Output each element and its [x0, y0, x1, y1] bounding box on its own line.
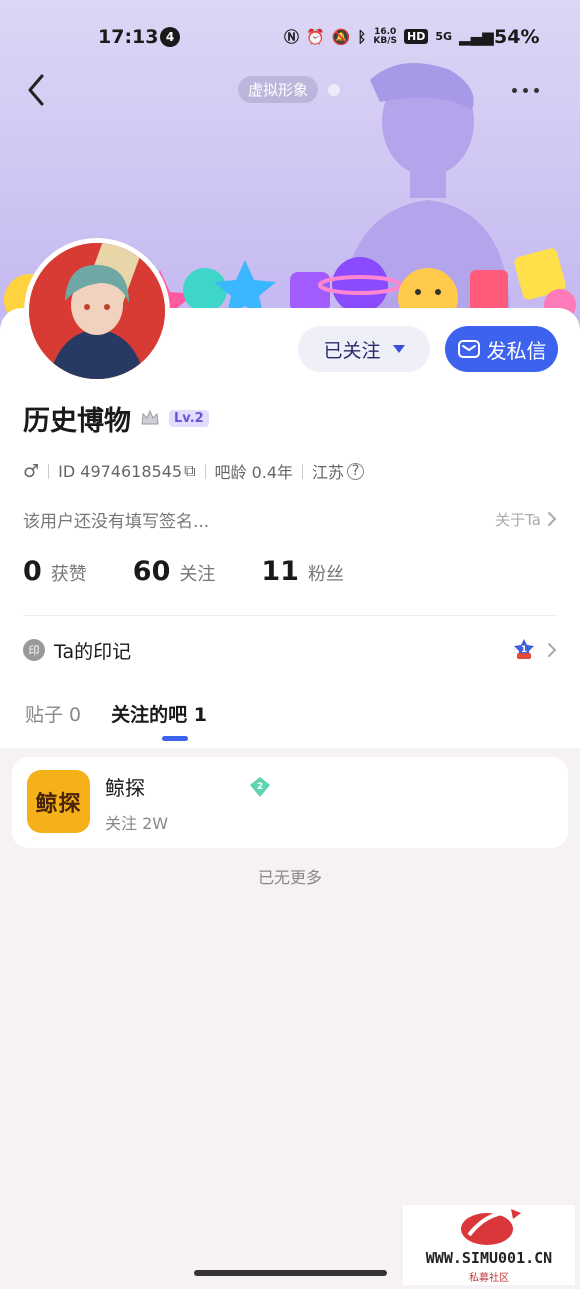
back-button[interactable] [22, 72, 52, 108]
divider [48, 463, 50, 479]
male-gender-icon: ♂ [23, 460, 40, 482]
user-id: ID 4974618545 [58, 461, 183, 481]
active-tab-indicator [162, 736, 188, 741]
seal-badge-icon: 1 [514, 639, 534, 659]
seal-right: 1 [511, 637, 557, 663]
user-info-row: ♂ ID 4974618545 ⧉ 吧龄 0.4年 江苏 ? [23, 459, 365, 483]
status-bar: 17:13 4 Ⓝ ⏰ 🔕 ᛒ 16.0 KB/S HD 5G ▂▄▆ 54% [0, 20, 580, 56]
location: 江苏 [312, 463, 345, 482]
mail-icon [457, 340, 480, 358]
signature-row: 该用户还没有填写签名... 关于Ta [23, 506, 557, 532]
forum-logo: 鲸探 [27, 770, 90, 833]
stats-row: 0 获赞 60 关注 11 粉丝 [23, 556, 344, 594]
signal-bars-icon: ▂▄▆ [459, 27, 494, 46]
divider [204, 463, 206, 479]
alarm-icon: ⏰ [306, 27, 325, 46]
likes-count: 0 [23, 556, 42, 587]
avatar-image [29, 243, 165, 379]
nfc-icon: Ⓝ [284, 28, 300, 46]
seal-icon: 印 [23, 639, 45, 661]
signature-text: 该用户还没有填写签名... [23, 511, 210, 532]
chevron-left-icon [28, 74, 44, 106]
followed-label: 已关注 [323, 339, 381, 362]
dot-icon [523, 87, 528, 93]
likes-label: 获赞 [50, 564, 87, 585]
signal-icon: 5G [435, 30, 453, 43]
fans-count[interactable]: 11 [261, 556, 299, 587]
following-label[interactable]: 关注 [179, 560, 215, 586]
mute-icon: 🔕 [331, 27, 351, 46]
hd-icon: HD [404, 29, 429, 44]
seal-row[interactable]: 印 Ta的印记 1 [23, 636, 557, 664]
status-time: 17:13 [98, 26, 159, 48]
watermark: WWW.SIMU001.CN 私募社区 [403, 1205, 575, 1285]
virtual-avatar-dot [328, 84, 340, 96]
more-options-button[interactable] [512, 80, 548, 100]
virtual-avatar-pill[interactable]: 虚拟形象 [238, 76, 319, 103]
list-item[interactable]: 鲸探 鲸探 2 关注 2W [12, 757, 568, 848]
fans-label[interactable]: 粉丝 [308, 560, 344, 586]
forum-followers: 关注 2W [105, 814, 169, 833]
caret-down-icon [392, 345, 405, 353]
help-icon[interactable]: ? [347, 462, 365, 480]
forum-name: 鲸探 [105, 776, 145, 800]
seal-left: 印 Ta的印记 [23, 637, 131, 664]
forum-level-gem-icon: 2 [250, 777, 270, 797]
about-label: 关于Ta [495, 510, 541, 529]
send-message-label: 发私信 [486, 338, 547, 363]
battery-level: 54% [494, 26, 540, 48]
name-row: 历史博物 Lv.2 [23, 398, 209, 438]
bar-age: 吧龄 0.4年 [214, 463, 294, 482]
list-end-text: 已无更多 [257, 868, 322, 887]
chevron-right-icon [548, 512, 557, 526]
seal-badge-number: 1 [521, 645, 527, 655]
avatar[interactable] [24, 238, 170, 384]
dot-icon [512, 87, 517, 93]
section-divider [23, 615, 557, 616]
watermark-subtitle: 私募社区 [469, 1273, 509, 1284]
rank-crown-icon[interactable] [139, 407, 161, 429]
bluetooth-icon: ᛒ [357, 27, 367, 46]
about-link[interactable]: 关于Ta [495, 509, 557, 530]
forum-level: 2 [257, 782, 263, 792]
send-message-button[interactable]: 发私信 [445, 326, 558, 372]
seal-label: Ta的印记 [54, 640, 132, 663]
status-icons: Ⓝ ⏰ 🔕 ᛒ 16.0 KB/S HD 5G ▂▄▆ [284, 26, 494, 47]
watermark-site: WWW.SIMU001.CN [425, 1249, 553, 1267]
notification-count-badge: 4 [160, 27, 180, 47]
copy-id-icon[interactable]: ⧉ [184, 461, 195, 481]
chevron-right-icon [548, 643, 557, 657]
following-count[interactable]: 60 [133, 556, 171, 587]
tab-bar: 贴子 0 关注的吧 1 [25, 700, 207, 730]
divider [302, 463, 304, 479]
network-speed: 16.0 KB/S [373, 27, 398, 46]
tab-followed-bars[interactable]: 关注的吧 1 [111, 700, 207, 730]
watermark-logo-icon [461, 1209, 521, 1245]
network-speed-unit: KB/S [373, 35, 398, 46]
home-indicator[interactable] [194, 1270, 387, 1276]
followed-dropdown-button[interactable]: 已关注 [298, 326, 430, 372]
user-name: 历史博物 [23, 405, 131, 437]
tab-posts[interactable]: 贴子 0 [25, 700, 81, 730]
level-badge[interactable]: Lv.2 [169, 409, 209, 427]
dot-icon [534, 87, 539, 93]
